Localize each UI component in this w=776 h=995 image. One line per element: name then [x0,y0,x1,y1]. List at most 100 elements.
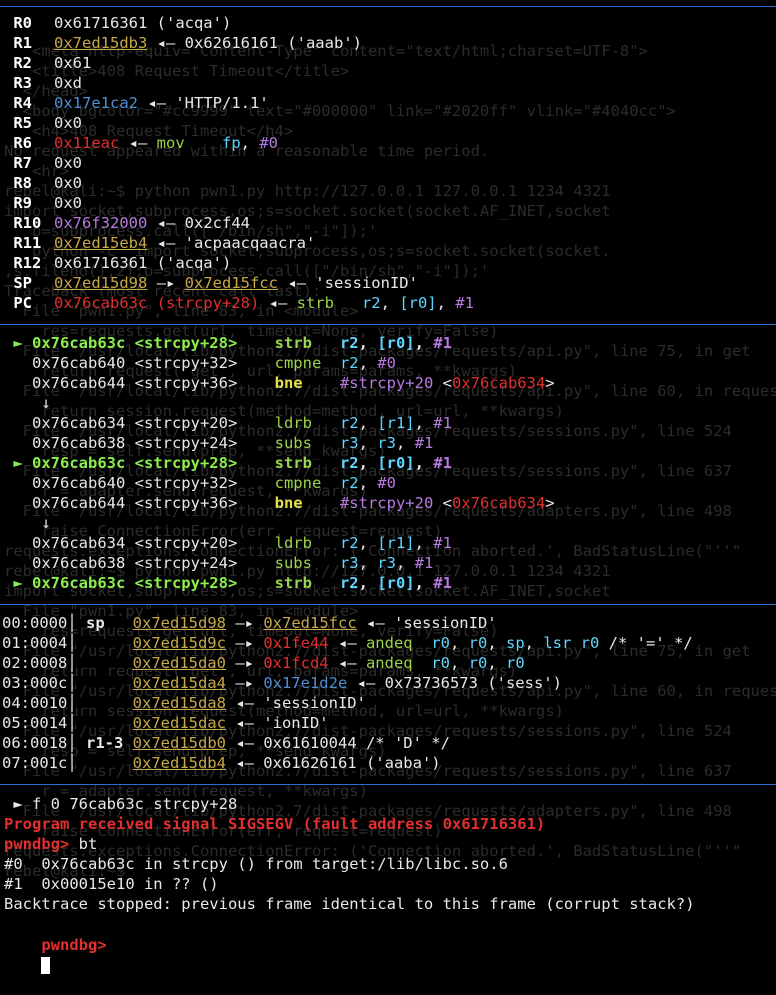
text-segment: ► [4,574,32,592]
text-segment: r3 [377,434,396,452]
text-segment: 0x76cab63c <strcpy+28> [32,454,238,472]
text-segment: ◂— 0x61626161 ('aaba') [225,754,441,772]
register-row-r8: R8 0x0 [4,173,82,193]
output-line: pwndbg> bt [4,834,97,854]
text-segment: Program received signal SIGSEGV (fault a… [4,815,546,833]
text-segment: 0x7ed15da0 [132,654,226,672]
register-name: PC [4,294,32,312]
register-name: R10 [4,214,42,232]
text-segment: ◂— [328,654,366,672]
text-segment: , [358,414,378,432]
text-segment: Backtrace stopped: previous frame identi… [4,895,695,913]
text-segment: , [414,454,434,472]
text-segment: 0x76cab634 <strcpy+20> [4,414,275,432]
text-segment: 00:0000│ [2,614,86,632]
text-segment: #1 [433,574,452,592]
separator-top [0,6,776,7]
text-segment: , [414,334,434,352]
text-segment: ◂— 'sessionID' [225,694,366,712]
text-segment: , [414,414,434,432]
text-segment: 0x0 [54,154,82,172]
text-segment: subs [274,554,340,572]
register-name: R0 [4,14,32,32]
terminal-cursor[interactable] [41,957,51,974]
text-segment: mov [156,134,222,152]
disasm-row: 0x76cab634 <strcpy+20> ldrb r2, [r1], #1 [4,413,452,433]
text-segment: > [545,374,555,392]
text-segment: 0x76f32000 [54,214,148,232]
register-name: R8 [4,174,32,192]
text-segment: 0x76cab640 <strcpy+32> [4,474,275,492]
text-segment: , [487,654,506,672]
text-segment: pwndbg> [4,835,70,853]
text-segment: lsr r0 [543,634,600,652]
text-segment: 0x76cab640 <strcpy+32> [4,354,275,372]
register-name: R9 [4,194,32,212]
disasm-row: ↓ [4,513,50,533]
text-segment: r2 [339,574,359,592]
text-segment: cmpne [274,474,340,492]
text-segment: 0x17e1d2e [263,674,348,692]
text-segment: cmpne [274,354,340,372]
stack-row: 00:0000│ sp 0x7ed15d98 —▸ 0x7ed15fcc ◂— … [2,613,497,633]
prompt-label: pwndbg> [41,936,107,954]
text-segment: #1 [433,334,452,352]
text-segment: , [358,434,378,452]
text-segment: , [436,294,456,312]
text-segment: 0x7ed15da4 [132,674,226,692]
text-segment: ◂— 0x2cf44 [147,214,250,232]
text-segment: , [240,134,260,152]
gdb-terminal[interactable]: R0 0x61716361 ('acqa') R1 0x7ed15db3 ◂— 0x… [0,0,776,974]
text-segment [237,454,274,472]
text-segment: , [358,474,378,492]
text-segment: [r0] [377,334,415,352]
text-segment: [r0] [399,294,437,312]
text-segment: 0xd [54,74,82,92]
text-segment: 0x1fcd4 [263,654,329,672]
disasm-row: ► 0x76cab63c <strcpy+28> strb r2, [r0], … [4,333,452,353]
disasm-row: 0x76cab644 <strcpy+36> bne #strcpy+20 <0… [4,373,555,393]
text-segment: [r0] [377,574,415,592]
text-segment: #1 0x00015e10 in ?? () [4,875,219,893]
text-segment: strb [274,454,340,472]
text-segment: sp [505,634,525,652]
command-prompt[interactable]: pwndbg> [4,915,107,974]
output-line: Backtrace stopped: previous frame identi… [4,894,695,914]
text-segment: strb [296,294,362,312]
text-segment: , [449,654,469,672]
disasm-row: ► 0x76cab63c <strcpy+28> strb r2, [r0], … [4,453,452,473]
text-segment: subs [274,434,340,452]
text-segment [237,574,274,592]
text-segment: ◂— 0x61610044 /* 'D' */ [226,734,450,752]
text-segment: 0x61716361 ('acqa') [54,254,232,272]
text-segment: < [433,494,452,512]
text-segment: bne [274,374,340,392]
text-segment: andeq [365,654,432,672]
text-segment: ◂— [328,634,366,652]
text-segment: 0x61716361 ('acqa') [54,14,232,32]
output-line: Program received signal SIGSEGV (fault a… [4,814,545,834]
text-segment: 0x7ed15db0 [132,734,226,752]
register-name: R5 [4,114,32,132]
text-segment: 0x76cab63c (strcpy+28) [54,294,260,312]
text-segment: ◂— 'sessionID' [356,614,497,632]
disasm-row: ► 0x76cab63c <strcpy+28> strb r2, [r0], … [4,573,452,593]
output-line: #1 0x00015e10 in ?? () [4,874,219,894]
text-segment: , [358,574,378,592]
text-segment: #1 [414,554,434,572]
register-row-r10: R10 0x76f32000 ◂— 0x2cf44 [4,213,250,233]
text-segment: andeq [365,634,432,652]
text-segment: r2 [361,294,381,312]
text-segment: r3 [339,554,359,572]
register-row-sp: SP 0x7ed15d98 —▸ 0x7ed15fcc ◂— 'sessionID… [4,273,418,293]
text-segment: #0 [377,354,396,372]
text-segment: 0x7ed15d98 [132,614,226,632]
text-segment: 0x76cab644 <strcpy+36> [4,494,275,512]
output-line: #0 0x76cab63c in strcpy () from target:/… [4,854,508,874]
text-segment: r2 [339,454,359,472]
text-segment [237,334,274,352]
text-segment: 02:0008│ [2,654,133,672]
text-segment: , [487,634,506,652]
text-segment: ◂— 'ionID' [225,714,329,732]
disasm-row: 0x76cab638 <strcpy+24> subs r3, r3, #1 [4,553,433,573]
